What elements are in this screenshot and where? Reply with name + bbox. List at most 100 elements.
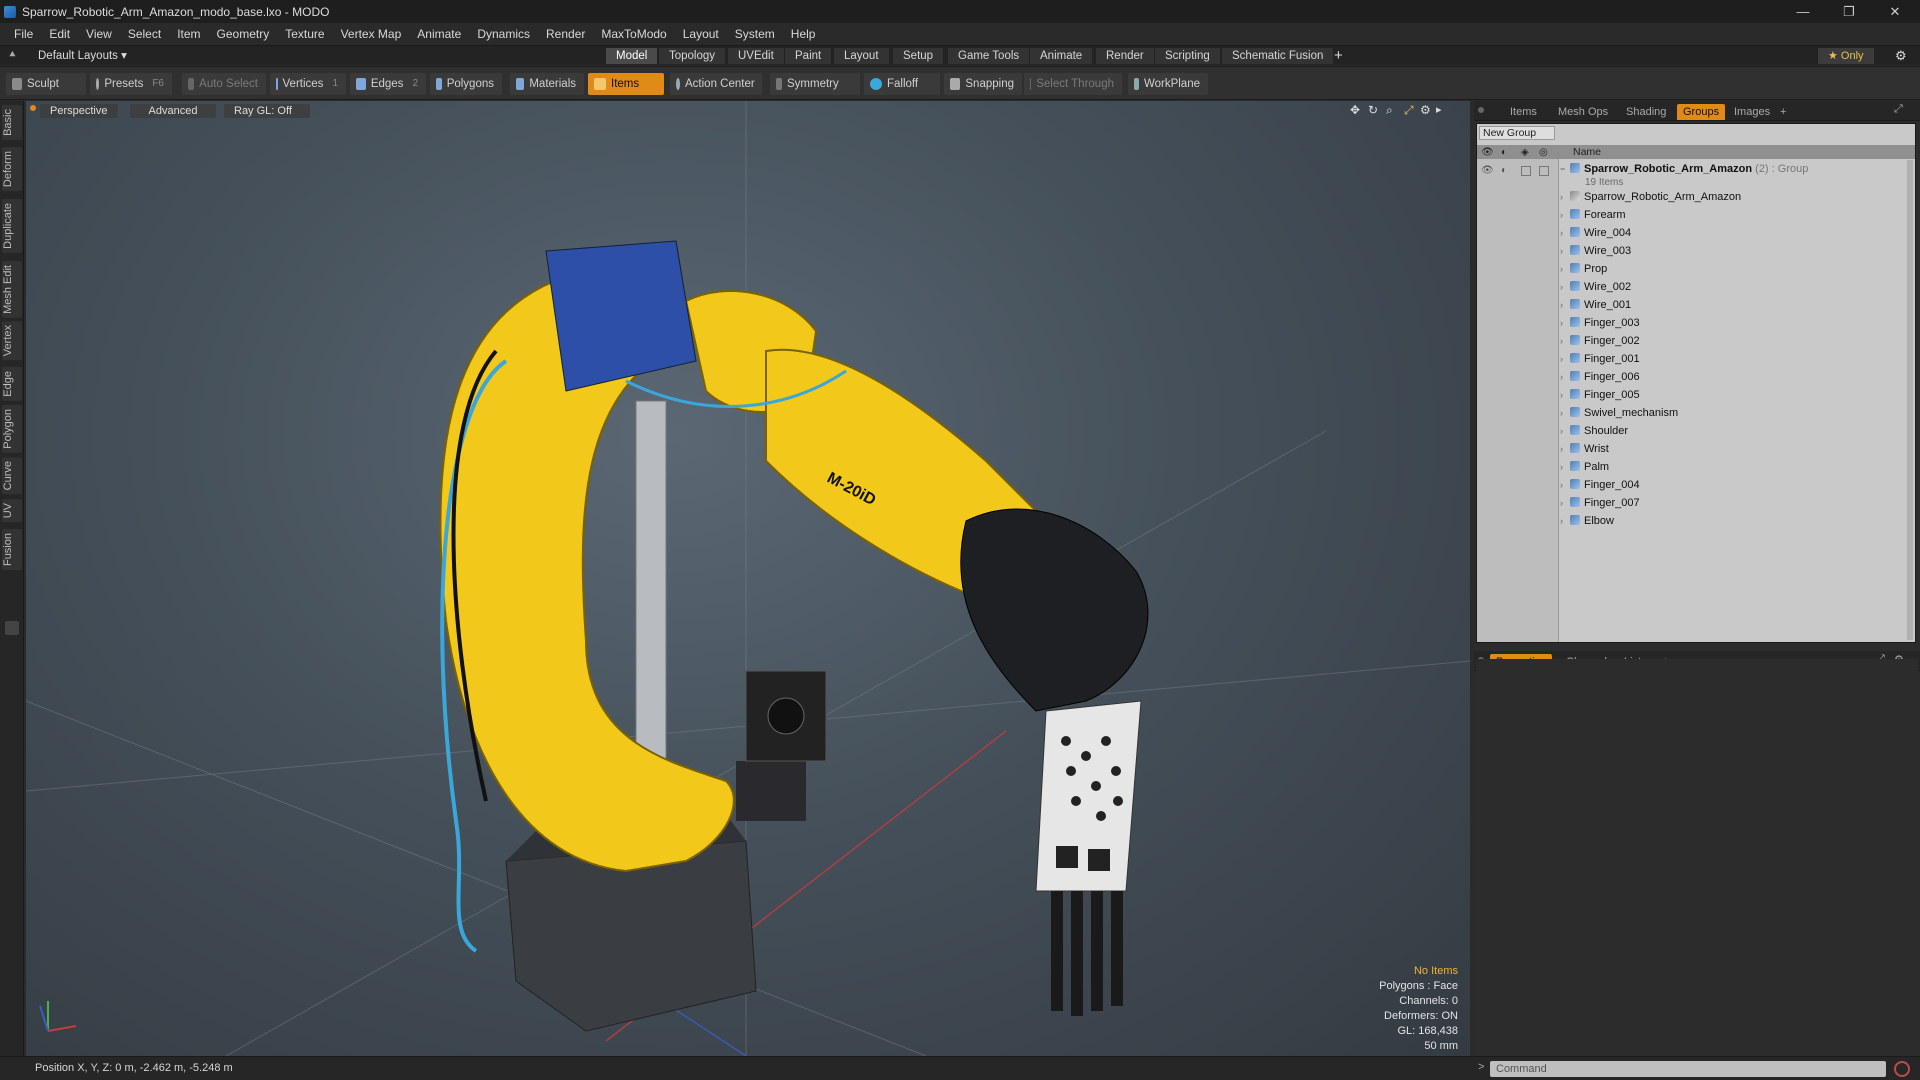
menu-item[interactable]: Item xyxy=(177,27,200,41)
tab-images[interactable]: Images xyxy=(1728,104,1776,120)
list-item[interactable]: › Sparrow_Robotic_Arm_Amazon xyxy=(1560,188,1914,206)
command-history-icon[interactable] xyxy=(1894,1061,1910,1077)
pan-icon[interactable]: ✥ xyxy=(1350,103,1360,117)
list-item[interactable]: › Finger_003 xyxy=(1560,314,1914,332)
tab-groups[interactable]: Groups xyxy=(1677,104,1726,120)
polygons-button[interactable]: Polygons xyxy=(430,73,502,95)
presets-button[interactable]: Presets F6 xyxy=(90,73,172,95)
tab-curve[interactable]: Curve xyxy=(2,457,22,495)
menu-system[interactable]: System xyxy=(735,27,775,41)
list-item[interactable]: › Wire_003 xyxy=(1560,242,1914,260)
tab-vertex[interactable]: Vertex xyxy=(2,321,22,361)
items-button[interactable]: Items xyxy=(588,73,664,95)
restore-button[interactable]: ❐ xyxy=(1826,0,1872,23)
default-layouts-dropdown[interactable]: Default Layouts ▾ xyxy=(38,48,127,64)
falloff-button[interactable]: Falloff xyxy=(864,73,940,95)
tab-animate[interactable]: Animate xyxy=(1030,48,1094,64)
workplane-button[interactable]: WorkPlane xyxy=(1128,73,1208,95)
list-item[interactable]: › Shoulder xyxy=(1560,422,1914,440)
sculpt-button[interactable]: Sculpt xyxy=(6,73,86,95)
menu-dynamics[interactable]: Dynamics xyxy=(477,27,530,41)
tab-mesh-edit[interactable]: Mesh Edit xyxy=(2,261,22,318)
list-item[interactable]: › Swivel_mechanism xyxy=(1560,404,1914,422)
minimize-button[interactable]: — xyxy=(1780,0,1826,23)
menu-select[interactable]: Select xyxy=(128,27,161,41)
menu-edit[interactable]: Edit xyxy=(49,27,70,41)
list-item[interactable]: › Wire_001 xyxy=(1560,296,1914,314)
select-col-icon[interactable]: ◎ xyxy=(1539,146,1548,160)
viewport-expand-icon[interactable]: ▸ xyxy=(1436,103,1442,116)
menu-view[interactable]: View xyxy=(86,27,112,41)
add-tab-button[interactable]: + xyxy=(1334,47,1343,64)
tab-layout[interactable]: Layout xyxy=(834,48,890,64)
rotate-icon[interactable]: ↻ xyxy=(1368,103,1378,117)
tab-mesh-ops[interactable]: Mesh Ops xyxy=(1552,104,1614,120)
menu-animate[interactable]: Animate xyxy=(417,27,461,41)
symmetry-button[interactable]: Symmetry xyxy=(770,73,860,95)
menu-geometry[interactable]: Geometry xyxy=(217,27,270,41)
settings-gear-icon[interactable]: ⚙ xyxy=(1895,48,1907,64)
action-center-button[interactable]: Action Center xyxy=(670,73,762,95)
menu-maxtomodo[interactable]: MaxToModo xyxy=(601,27,666,41)
tab-game-tools[interactable]: Game Tools xyxy=(948,48,1031,64)
menu-render[interactable]: Render xyxy=(546,27,585,41)
zoom-icon[interactable]: ⌕ xyxy=(1386,103,1393,118)
snapping-button[interactable]: Snapping xyxy=(944,73,1022,95)
groups-scrollbar[interactable] xyxy=(1907,160,1913,640)
tab-fusion[interactable]: Fusion xyxy=(2,529,22,571)
list-item[interactable]: › Finger_006 xyxy=(1560,368,1914,386)
list-item[interactable]: › Wire_002 xyxy=(1560,278,1914,296)
group-collapse-icon[interactable]: − xyxy=(1560,160,1568,178)
tab-topology[interactable]: Topology xyxy=(659,48,727,64)
render-col-icon[interactable]: ◈ xyxy=(1521,146,1529,160)
group-select-checkbox[interactable] xyxy=(1539,166,1549,176)
tab-render[interactable]: Render xyxy=(1096,48,1155,64)
list-item[interactable]: › Forearm xyxy=(1560,206,1914,224)
tab-polygon[interactable]: Polygon xyxy=(2,405,22,453)
panel-toggle-icon[interactable] xyxy=(5,621,19,635)
close-button[interactable]: ✕ xyxy=(1872,0,1918,23)
vertices-button[interactable]: Vertices 1 xyxy=(270,73,346,95)
panel-expand-icon[interactable]: ⤢ xyxy=(1894,103,1903,116)
fit-icon[interactable]: ⤢ xyxy=(1404,103,1414,118)
tab-model[interactable]: Model xyxy=(606,48,659,64)
tab-uvedit[interactable]: UVEdit xyxy=(728,48,785,64)
list-item[interactable]: › Finger_001 xyxy=(1560,350,1914,368)
tab-shading[interactable]: Shading xyxy=(1620,104,1672,120)
perspective-dropdown[interactable]: Perspective xyxy=(40,104,118,118)
list-item[interactable]: › Wrist xyxy=(1560,440,1914,458)
tab-basic[interactable]: Basic xyxy=(2,105,22,140)
select-through-button[interactable]: Select Through xyxy=(1024,73,1122,95)
tab-duplicate[interactable]: Duplicate xyxy=(2,199,22,253)
tab-schematic-fusion[interactable]: Schematic Fusion xyxy=(1222,48,1335,64)
list-item[interactable]: › Finger_004 xyxy=(1560,476,1914,494)
auto-select-button[interactable]: Auto Select xyxy=(182,73,266,95)
command-input[interactable]: Command xyxy=(1490,1061,1886,1077)
name-column-header[interactable]: Name xyxy=(1573,145,1601,159)
materials-button[interactable]: Materials xyxy=(510,73,584,95)
group-lock-icon[interactable]: ◐ xyxy=(1501,165,1507,176)
menu-layout[interactable]: Layout xyxy=(683,27,719,41)
group-visibility-eye-icon[interactable]: 👁 xyxy=(1481,165,1494,176)
lock-col-icon[interactable]: ◐ xyxy=(1501,146,1507,160)
menu-vertex-map[interactable]: Vertex Map xyxy=(341,27,402,41)
list-item[interactable]: › Palm xyxy=(1560,458,1914,476)
list-item[interactable]: › Wire_004 xyxy=(1560,224,1914,242)
group-render-checkbox[interactable] xyxy=(1521,166,1531,176)
tab-uv[interactable]: UV xyxy=(2,499,22,523)
list-item[interactable]: › Elbow xyxy=(1560,512,1914,530)
3d-viewport[interactable]: M-20iD Perspective Advanced Ray GL: Off … xyxy=(26,101,1470,1056)
tab-paint[interactable]: Paint xyxy=(785,48,833,64)
tab-edge[interactable]: Edge xyxy=(2,367,22,401)
menu-help[interactable]: Help xyxy=(791,27,816,41)
list-item[interactable]: › Finger_002 xyxy=(1560,332,1914,350)
list-item[interactable]: › Finger_005 xyxy=(1560,386,1914,404)
viewport-settings-gear-icon[interactable]: ⚙ xyxy=(1420,103,1431,117)
menu-texture[interactable]: Texture xyxy=(285,27,324,41)
list-item[interactable]: › Prop xyxy=(1560,260,1914,278)
edges-button[interactable]: Edges 2 xyxy=(350,73,426,95)
only-toggle[interactable]: ★ Only xyxy=(1818,48,1874,64)
layout-collapse-icon[interactable]: ⯅ xyxy=(8,49,17,62)
tab-deform[interactable]: Deform xyxy=(2,147,22,192)
tab-items[interactable]: Items xyxy=(1504,104,1543,120)
